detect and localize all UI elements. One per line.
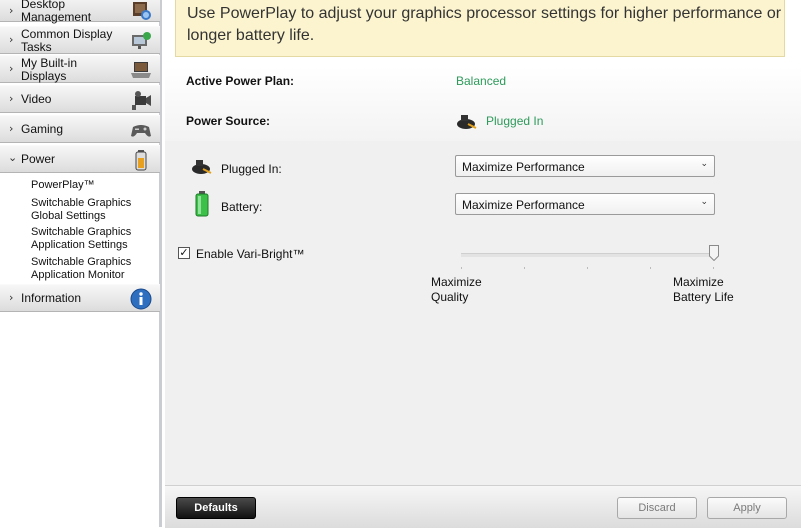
active-power-plan-value: Balanced (456, 74, 507, 88)
slider-min-label: Maximize Quality (431, 275, 482, 304)
discard-button[interactable]: Discard (617, 497, 697, 519)
battery-icon (130, 149, 152, 171)
chevron-right-icon: › (9, 122, 14, 135)
battery-icon (194, 191, 210, 217)
info-icon (130, 288, 152, 310)
battery-dropdown[interactable]: Maximize Performance ⌄ (455, 193, 715, 215)
sidebar-item-common-display-tasks[interactable]: › Common Display Tasks (0, 26, 160, 54)
sidebar-subitem-switchable-application[interactable]: Switchable Graphics Application Settings (31, 226, 131, 252)
vari-bright-slider-track[interactable] (461, 253, 714, 257)
sidebar-item-label: My Built-in Displays (21, 56, 78, 83)
apply-button[interactable]: Apply (707, 497, 787, 519)
vari-bright-label: Enable Vari-Bright™ (196, 247, 305, 261)
sidebar-item-desktop-management[interactable]: › Desktop Management (0, 0, 160, 24)
sidebar: › Desktop Management › Common Display Task… (0, 0, 162, 527)
chevron-down-icon: ⌄ (8, 151, 18, 164)
sidebar-item-label: Video (21, 92, 52, 106)
plugged-in-label: Plugged In: (221, 162, 282, 176)
chevron-right-icon: › (9, 291, 14, 304)
power-status-panel: Active Power Plan: Balanced Power Source… (165, 66, 801, 141)
chevron-right-icon: › (9, 4, 14, 17)
chevron-right-icon: › (9, 92, 14, 105)
plug-icon (191, 157, 213, 175)
sidebar-item-label: Power (21, 152, 56, 166)
sidebar-item-my-built-in-displays[interactable]: › My Built-in Displays (0, 55, 160, 83)
chevron-down-icon: ⌄ (700, 197, 708, 207)
plugged-in-dropdown[interactable]: Maximize Performance ⌄ (455, 155, 715, 177)
power-settings-panel: Plugged In: Maximize Performance ⌄ Batte… (165, 141, 801, 485)
plug-icon (456, 112, 478, 130)
chevron-right-icon: › (9, 33, 14, 46)
banner-text: Use PowerPlay to adjust your graphics pr… (187, 5, 782, 44)
power-source-label: Power Source: (186, 114, 271, 128)
sidebar-item-gaming[interactable]: › Gaming (0, 115, 160, 143)
sidebar-subitem-powerplay[interactable]: PowerPlay™ (31, 179, 95, 192)
plugged-in-dropdown-value: Maximize Performance (462, 160, 585, 174)
video-camera-icon (130, 89, 152, 111)
footer-bar: Defaults Discard Apply (165, 485, 801, 528)
slider-tick (587, 267, 588, 269)
slider-max-label: Maximize Battery Life (673, 275, 734, 304)
description-banner: Use PowerPlay to adjust your graphics pr… (175, 0, 785, 57)
battery-dropdown-value: Maximize Performance (462, 198, 585, 212)
sidebar-item-label: Common Display Tasks (21, 27, 113, 54)
slider-tick (713, 267, 714, 269)
sidebar-item-power[interactable]: ⌄ Power (0, 145, 160, 173)
main-panel: Use PowerPlay to adjust your graphics pr… (165, 0, 801, 528)
laptop-icon (130, 59, 152, 81)
chevron-right-icon: › (9, 62, 14, 75)
checkmark-icon: ✓ (179, 246, 189, 259)
sidebar-subitem-switchable-monitor[interactable]: Switchable Graphics Application Monitor (31, 256, 131, 282)
sidebar-item-label: Desktop Management (21, 0, 92, 24)
slider-tick (524, 267, 525, 269)
gamepad-icon (130, 119, 152, 141)
sidebar-item-information[interactable]: › Information (0, 284, 160, 312)
vari-bright-checkbox[interactable]: ✓ (178, 247, 190, 259)
battery-label: Battery: (221, 200, 263, 214)
desktop-management-icon (130, 0, 152, 22)
vari-bright-slider-thumb[interactable] (709, 245, 719, 262)
power-source-value: Plugged In (486, 114, 544, 128)
slider-tick (461, 267, 462, 269)
active-power-plan-label: Active Power Plan: (186, 74, 295, 88)
sidebar-item-label: Information (21, 291, 82, 305)
display-tasks-icon (130, 30, 152, 52)
sidebar-item-label: Gaming (21, 122, 64, 136)
slider-tick (650, 267, 651, 269)
sidebar-item-video[interactable]: › Video (0, 85, 160, 113)
sidebar-subitem-switchable-global[interactable]: Switchable Graphics Global Settings (31, 197, 131, 223)
chevron-down-icon: ⌄ (700, 159, 708, 169)
defaults-button[interactable]: Defaults (176, 497, 256, 519)
